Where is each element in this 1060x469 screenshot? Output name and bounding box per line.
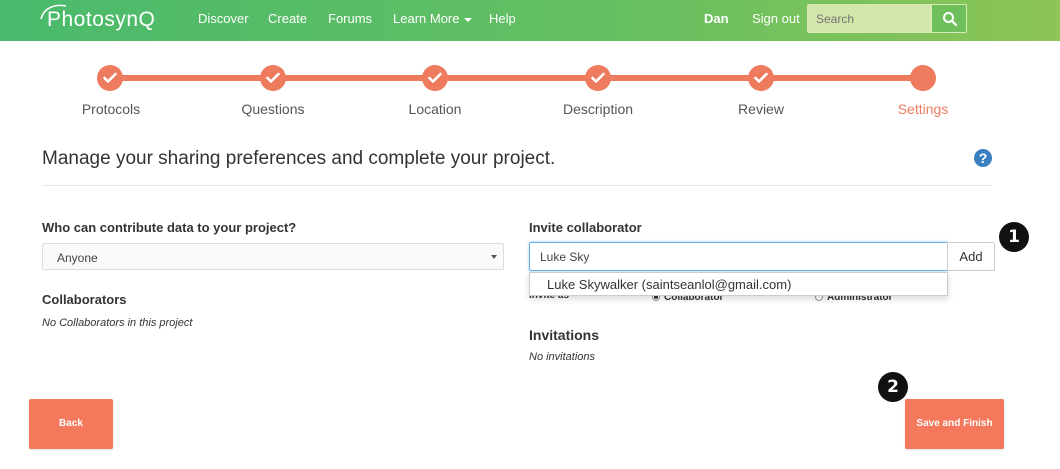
caret-down-icon xyxy=(464,17,473,22)
step-label-location[interactable]: Location xyxy=(375,101,495,117)
invitations-heading: Invitations xyxy=(529,327,600,343)
divider xyxy=(42,185,992,186)
back-button[interactable]: Back xyxy=(29,399,113,449)
nav-learn-more-label: Learn More xyxy=(393,11,460,26)
help-icon[interactable]: ? xyxy=(974,149,992,167)
step-dot-location[interactable] xyxy=(422,65,448,91)
page-title: Manage your sharing preferences and comp… xyxy=(42,148,556,169)
search-input[interactable] xyxy=(807,4,931,33)
logo[interactable]: PhotosynQ xyxy=(47,8,155,32)
caret-down-icon xyxy=(491,255,497,259)
nav-forums[interactable]: Forums xyxy=(328,11,372,26)
step-label-settings[interactable]: Settings xyxy=(863,101,983,117)
nav-user[interactable]: Dan xyxy=(704,11,729,26)
top-navbar: PhotosynQ Discover Create Forums Learn M… xyxy=(0,0,1060,41)
autocomplete-suggestion[interactable]: Luke Skywalker (saintseanlol@gmail.com) xyxy=(529,272,948,296)
invite-label: Invite collaborator xyxy=(529,220,642,235)
check-icon xyxy=(591,72,605,83)
check-icon xyxy=(266,72,280,83)
check-icon xyxy=(754,72,768,83)
nav-learn-more[interactable]: Learn More xyxy=(393,11,473,26)
step-dot-questions[interactable] xyxy=(260,65,286,91)
step-label-description[interactable]: Description xyxy=(538,101,658,117)
collaborators-heading: Collaborators xyxy=(42,292,127,307)
save-and-finish-button[interactable]: Save and Finish xyxy=(905,399,1004,449)
nav-create[interactable]: Create xyxy=(268,11,307,26)
contribute-selected-value: Anyone xyxy=(57,251,98,265)
check-icon xyxy=(428,72,442,83)
step-label-protocols[interactable]: Protocols xyxy=(51,101,171,117)
step-dot-description[interactable] xyxy=(585,65,611,91)
step-label-review[interactable]: Review xyxy=(701,101,821,117)
contribute-select[interactable]: Anyone xyxy=(42,243,504,270)
nav-signout[interactable]: Sign out xyxy=(752,11,800,26)
invitations-empty: No invitations xyxy=(529,351,596,363)
invite-input[interactable] xyxy=(529,242,948,271)
step-dot-settings[interactable] xyxy=(910,65,936,91)
add-button[interactable]: Add xyxy=(947,242,995,271)
check-icon xyxy=(103,72,117,83)
search-icon xyxy=(943,12,958,27)
contribute-label: Who can contribute data to your project? xyxy=(42,220,297,235)
nav-discover[interactable]: Discover xyxy=(198,11,249,26)
callout-badge-2: 2 xyxy=(878,372,908,402)
step-dot-review[interactable] xyxy=(748,65,774,91)
callout-badge-1: 1 xyxy=(999,222,1029,252)
step-label-questions[interactable]: Questions xyxy=(213,101,333,117)
search-button[interactable] xyxy=(931,4,967,33)
collaborators-empty: No Collaborators in this project xyxy=(42,317,193,329)
nav-help[interactable]: Help xyxy=(489,11,516,26)
progress-track xyxy=(110,75,922,81)
step-dot-protocols[interactable] xyxy=(97,65,123,91)
